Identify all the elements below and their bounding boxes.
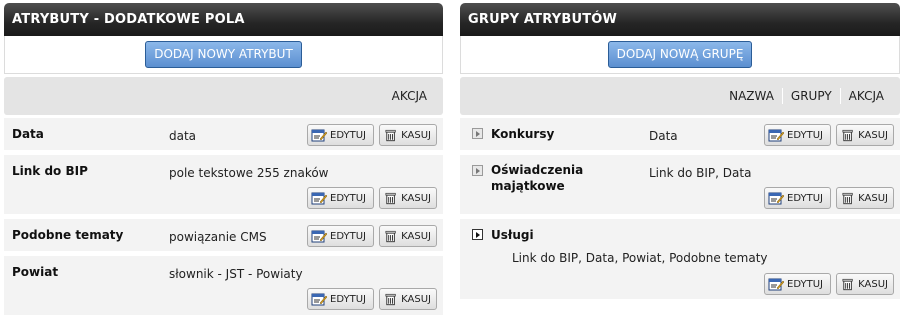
edit-button[interactable]: EDYTUJ <box>764 124 831 146</box>
edit-icon <box>768 278 784 291</box>
attribute-row-podobne-tematy: Podobne tematy powiązanie CMS EDYTUJ KAS… <box>4 219 443 253</box>
delete-button[interactable]: KASUJ <box>379 225 437 247</box>
group-row-konkursy: Konkursy Data EDYTUJ KASUJ <box>460 118 900 152</box>
delete-label: KASUJ <box>858 278 888 290</box>
edit-label: EDYTUJ <box>330 293 366 305</box>
attribute-groups-panel: GRUPY ATRYBUTÓW DODAJ NOWĄ GRUPĘ NAZWA G… <box>460 3 900 301</box>
edit-icon <box>311 192 327 205</box>
delete-label: KASUJ <box>858 192 888 204</box>
delete-label: KASUJ <box>401 129 431 141</box>
groups-add-bar: DODAJ NOWĄ GRUPĘ <box>460 36 900 74</box>
attribute-name: Powiat <box>12 265 59 279</box>
group-name: Usługi <box>491 228 534 242</box>
trash-icon <box>842 278 853 291</box>
attribute-row-powiat: Powiat słownik - JST - Powiaty EDYTUJ KA… <box>4 256 443 317</box>
trash-icon <box>842 192 853 205</box>
edit-label: EDYTUJ <box>787 192 823 204</box>
delete-button[interactable]: KASUJ <box>379 187 437 209</box>
edit-label: EDYTUJ <box>787 129 823 141</box>
attribute-name: Link do BIP <box>12 164 88 178</box>
group-name-line: majątkowe <box>491 179 565 193</box>
groups-panel-title: GRUPY ATRYBUTÓW <box>460 3 900 36</box>
group-attributes: Link do BIP, Data <box>649 166 752 180</box>
group-attributes: Link do BIP, Data, Powiat, Podobne temat… <box>512 251 768 265</box>
group-attributes: Data <box>649 129 678 143</box>
column-name-label[interactable]: NAZWA <box>721 89 782 103</box>
delete-label: KASUJ <box>401 192 431 204</box>
add-group-button[interactable]: DODAJ NOWĄ GRUPĘ <box>607 41 753 68</box>
edit-button[interactable]: EDYTUJ <box>764 273 831 295</box>
edit-label: EDYTUJ <box>330 230 366 242</box>
attribute-name: Podobne tematy <box>12 228 124 242</box>
delete-button[interactable]: KASUJ <box>836 187 894 209</box>
edit-icon <box>768 192 784 205</box>
trash-icon <box>842 129 853 142</box>
attribute-name: Data <box>12 127 44 141</box>
edit-icon <box>311 129 327 142</box>
trash-icon <box>385 293 396 306</box>
column-groups-label[interactable]: GRUPY <box>783 89 840 103</box>
trash-icon <box>385 129 396 142</box>
expand-arrow-icon[interactable] <box>472 165 483 176</box>
edit-button[interactable]: EDYTUJ <box>307 187 374 209</box>
delete-button[interactable]: KASUJ <box>379 288 437 310</box>
edit-icon <box>768 129 784 142</box>
group-name: Oświadczenia majątkowe <box>491 162 583 194</box>
edit-button[interactable]: EDYTUJ <box>307 288 374 310</box>
attribute-type: data <box>169 129 197 143</box>
edit-icon <box>311 293 327 306</box>
attributes-panel-title: ATRYBUTY - DODATKOWE POLA <box>4 3 443 36</box>
expand-arrow-icon[interactable] <box>472 128 483 139</box>
column-action-label: AKCJA <box>848 89 884 103</box>
group-row-oswiadczenia: Oświadczenia majątkowe Link do BIP, Data… <box>460 155 900 216</box>
attribute-row-link-do-bip: Link do BIP pole tekstowe 255 znaków EDY… <box>4 155 443 216</box>
attribute-type: powiązanie CMS <box>169 230 267 244</box>
edit-icon <box>311 230 327 243</box>
attributes-column-header: AKCJA <box>4 77 443 115</box>
group-name-line: Oświadczenia <box>491 163 584 177</box>
group-row-uslugi: Usługi Link do BIP, Data, Powiat, Podobn… <box>460 219 900 301</box>
edit-label: EDYTUJ <box>330 129 366 141</box>
delete-button[interactable]: KASUJ <box>836 273 894 295</box>
edit-button[interactable]: EDYTUJ <box>307 124 374 146</box>
groups-column-header: NAZWA GRUPY AKCJA <box>460 77 900 115</box>
attributes-panel: ATRYBUTY - DODATKOWE POLA DODAJ NOWY ATR… <box>4 3 443 317</box>
edit-label: EDYTUJ <box>330 192 366 204</box>
delete-label: KASUJ <box>401 230 431 242</box>
delete-button[interactable]: KASUJ <box>836 124 894 146</box>
delete-label: KASUJ <box>858 129 888 141</box>
add-attribute-button[interactable]: DODAJ NOWY ATRYBUT <box>145 41 302 68</box>
group-name: Konkursy <box>491 127 555 141</box>
attribute-type: słownik - JST - Powiaty <box>169 267 303 281</box>
expand-arrow-icon[interactable] <box>472 229 483 240</box>
column-action-label: AKCJA <box>391 89 427 103</box>
attribute-row-data: Data data EDYTUJ KASUJ <box>4 118 443 152</box>
delete-button[interactable]: KASUJ <box>379 124 437 146</box>
attribute-type: pole tekstowe 255 znaków <box>169 166 329 180</box>
edit-label: EDYTUJ <box>787 278 823 290</box>
trash-icon <box>385 192 396 205</box>
delete-label: KASUJ <box>401 293 431 305</box>
trash-icon <box>385 230 396 243</box>
attributes-add-bar: DODAJ NOWY ATRYBUT <box>4 36 443 74</box>
edit-button[interactable]: EDYTUJ <box>307 225 374 247</box>
edit-button[interactable]: EDYTUJ <box>764 187 831 209</box>
